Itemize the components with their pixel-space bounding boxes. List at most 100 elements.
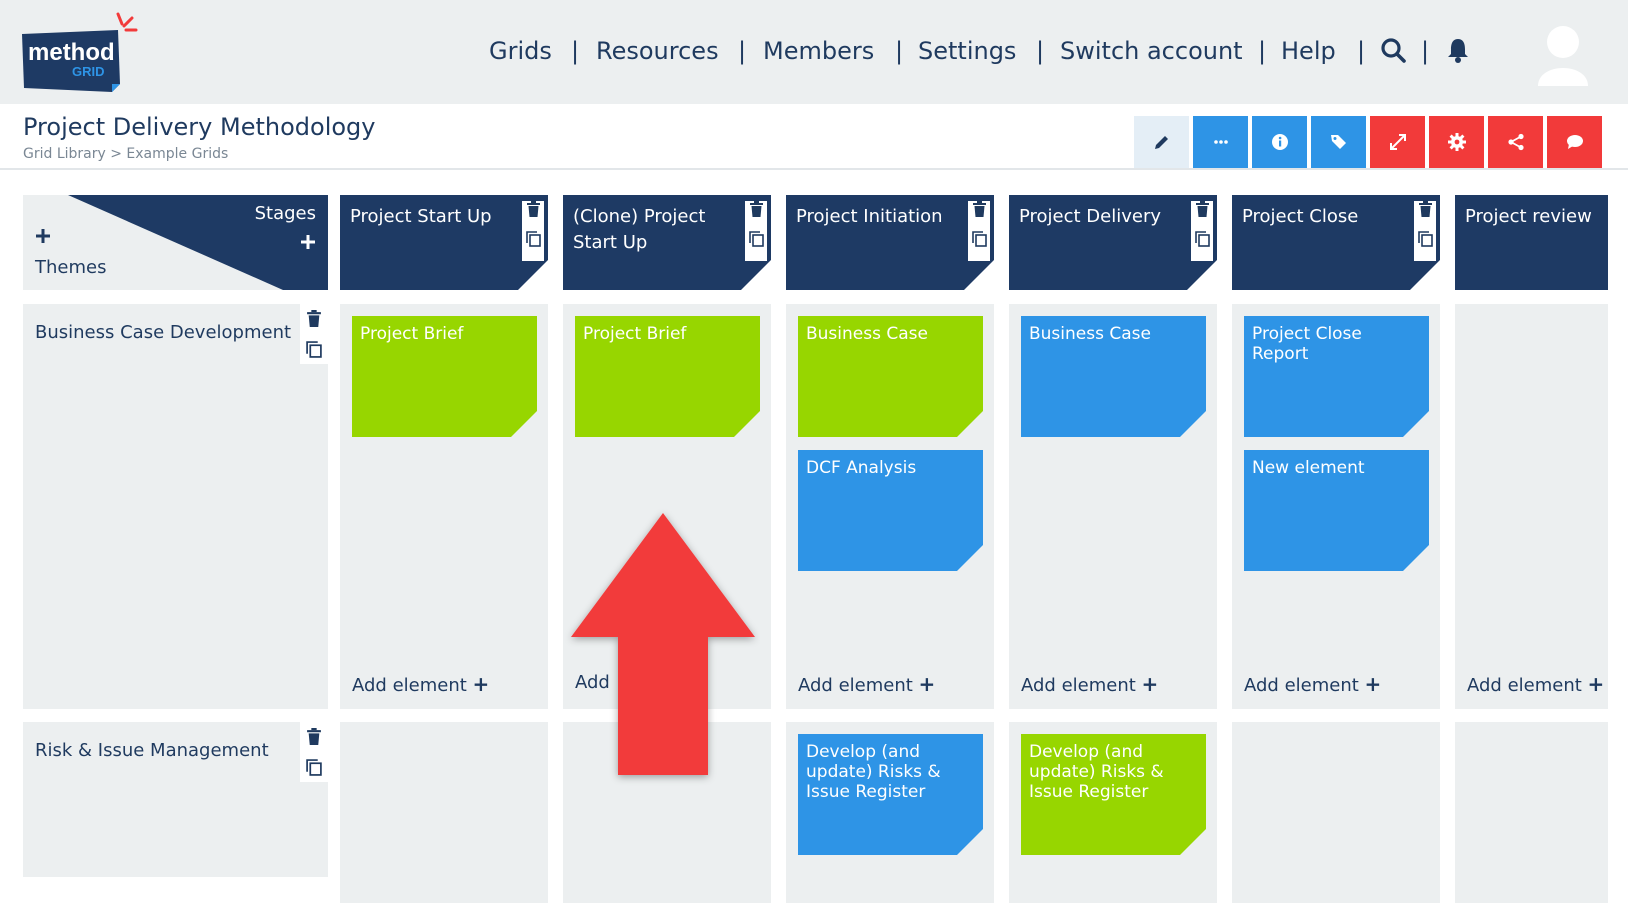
add-element-label: Add element (352, 675, 467, 696)
element-card[interactable]: Develop (and update) Risks & Issue Regis… (798, 734, 983, 855)
stage-title: Project Start Up (350, 206, 492, 227)
nav-switch-account[interactable]: Switch account (1060, 34, 1243, 68)
plus-icon: + (918, 672, 936, 696)
nav-separator: | (571, 37, 580, 65)
logo-spark-icon (116, 12, 138, 32)
themes-label: Themes (35, 257, 107, 278)
nav-help[interactable]: Help (1281, 34, 1336, 68)
more-icon (1213, 140, 1228, 144)
stage-header[interactable]: (Clone) Project Start Up (563, 195, 771, 290)
nav-grids[interactable]: Grids (489, 34, 552, 68)
card-title: Business Case (806, 324, 928, 344)
trash-icon[interactable] (306, 728, 322, 745)
theme-title: Risk & Issue Management (35, 740, 269, 761)
stage-title: Project Delivery (1019, 206, 1162, 227)
share-button[interactable] (1488, 116, 1543, 168)
element-card[interactable]: Business Case (1021, 316, 1206, 437)
settings-button[interactable] (1429, 116, 1484, 168)
add-theme-icon[interactable] (35, 228, 51, 244)
comment-icon (1566, 135, 1583, 149)
grid-cell (340, 722, 548, 903)
logo-word: method (28, 39, 115, 66)
stage-title: (Clone) Project Start Up (573, 206, 706, 253)
add-element-label: Add element (798, 675, 913, 696)
info-icon (1271, 134, 1288, 150)
share-icon (1507, 133, 1524, 151)
add-element-label: Add element (1467, 675, 1582, 696)
copy-icon[interactable] (306, 341, 322, 358)
page-title: Project Delivery Methodology (23, 113, 376, 141)
card-title: New element (1252, 458, 1365, 478)
gear-icon (1447, 133, 1466, 151)
element-card[interactable]: Project Brief (352, 316, 537, 437)
expand-button[interactable] (1370, 116, 1425, 168)
card-title: Project Brief (360, 324, 464, 344)
nav-separator: | (1357, 37, 1366, 65)
stage-header[interactable]: Project Initiation (786, 195, 994, 290)
trash-icon[interactable] (306, 310, 322, 327)
stage-header[interactable]: Project Start Up (340, 195, 548, 290)
nav-separator: | (1036, 37, 1045, 65)
add-element-button[interactable]: Add element + (798, 672, 935, 696)
add-element-label: Add element (1244, 675, 1359, 696)
element-card[interactable]: Project Brief (575, 316, 760, 437)
trash-icon[interactable] (749, 201, 764, 217)
stage-header[interactable]: Project Close (1232, 195, 1440, 290)
add-element-button[interactable]: Add element + (1244, 672, 1381, 696)
element-card[interactable]: Develop (and update) Risks & Issue Regis… (1021, 734, 1206, 855)
nav-separator: | (1258, 37, 1267, 65)
trash-icon[interactable] (1195, 201, 1210, 217)
plus-icon: + (472, 672, 490, 696)
plus-icon: + (1141, 672, 1159, 696)
tags-button[interactable] (1311, 116, 1366, 168)
copy-icon[interactable] (1194, 231, 1210, 247)
breadcrumb[interactable]: Grid Library > Example Grids (23, 146, 228, 162)
plus-icon: + (1587, 672, 1605, 696)
copy-icon[interactable] (971, 231, 987, 247)
element-card[interactable]: Project Close Report (1244, 316, 1429, 437)
add-stage-icon[interactable] (300, 234, 316, 250)
add-element-button[interactable]: Add element + (1021, 672, 1158, 696)
copy-icon[interactable] (306, 759, 322, 776)
stage-title: Project Close (1242, 206, 1359, 227)
copy-icon[interactable] (525, 231, 541, 247)
tag-icon (1330, 135, 1346, 149)
more-button[interactable] (1193, 116, 1248, 168)
comment-button[interactable] (1547, 116, 1602, 168)
theme-row-header[interactable]: Risk & Issue Management (23, 722, 328, 877)
method-grid-logo[interactable]: method GRID (22, 12, 138, 92)
stage-header[interactable]: Project review (1455, 195, 1608, 290)
grid-cell (1455, 722, 1608, 903)
stage-header[interactable]: Project Delivery (1009, 195, 1217, 290)
copy-icon[interactable] (748, 231, 764, 247)
nav-members[interactable]: Members (763, 34, 874, 68)
search-icon[interactable] (1379, 36, 1409, 66)
copy-icon[interactable] (1417, 231, 1433, 247)
stage-title: Project review (1465, 206, 1592, 227)
nav-separator: | (895, 37, 904, 65)
grid-cell (1455, 304, 1608, 709)
nav-separator: | (738, 37, 747, 65)
nav-resources[interactable]: Resources (596, 34, 719, 68)
pencil-icon (1154, 136, 1168, 149)
nav-settings[interactable]: Settings (918, 34, 1016, 68)
expand-icon (1389, 134, 1406, 150)
element-card[interactable]: Business Case (798, 316, 983, 437)
trash-icon[interactable] (526, 201, 541, 217)
theme-row-header[interactable]: Business Case Development (23, 304, 328, 709)
add-element-button[interactable]: Add element + (1467, 672, 1604, 696)
info-button[interactable] (1252, 116, 1307, 168)
edit-button[interactable] (1134, 116, 1189, 168)
add-element-label: Add element (1021, 675, 1136, 696)
card-title: DCF Analysis (806, 458, 917, 478)
red-arrow-overlay (571, 513, 755, 775)
trash-icon[interactable] (1418, 201, 1433, 217)
bell-icon[interactable] (1444, 36, 1474, 66)
add-element-button[interactable]: Add element + (352, 672, 489, 696)
avatar[interactable] (1536, 22, 1590, 86)
stages-label: Stages (254, 203, 316, 224)
theme-title: Business Case Development (35, 322, 292, 343)
element-card[interactable]: New element (1244, 450, 1429, 571)
trash-icon[interactable] (972, 201, 987, 217)
element-card[interactable]: DCF Analysis (798, 450, 983, 571)
